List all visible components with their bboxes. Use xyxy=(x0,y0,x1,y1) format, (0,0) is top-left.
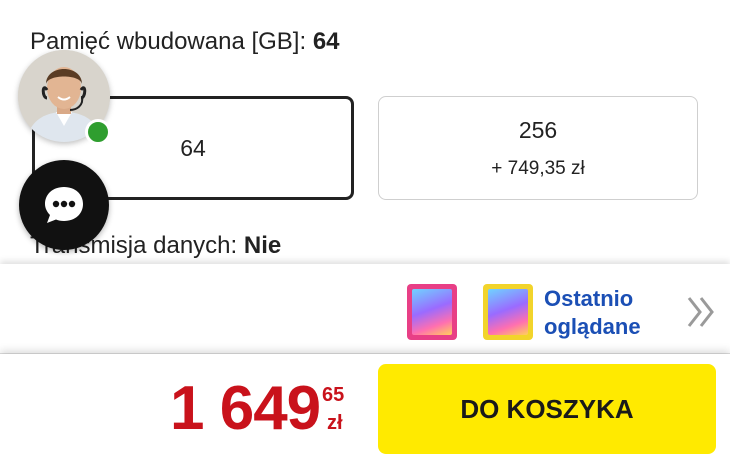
online-status-dot xyxy=(85,119,111,145)
memory-option-256-price-diff: + 749,35 zł xyxy=(491,157,585,179)
price-main: 1 649 xyxy=(170,374,321,443)
recently-viewed-line2: oglądane xyxy=(544,314,641,339)
price-cents: 65 xyxy=(322,384,345,406)
memory-option-64-label: 64 xyxy=(180,134,206,161)
recent-item-yellow-tablet[interactable] xyxy=(483,284,533,340)
memory-option-256[interactable]: 256 + 749,35 zł xyxy=(378,96,698,200)
price-currency: zł xyxy=(327,412,343,434)
recent-item-pink-tablet[interactable] xyxy=(407,284,457,340)
double-chevron-right-icon[interactable] xyxy=(686,294,718,335)
recently-viewed-line1: Ostatnio xyxy=(544,286,634,311)
add-to-cart-button[interactable]: DO KOSZYKA xyxy=(378,364,716,454)
memory-selected-value: 64 xyxy=(312,28,340,55)
memory-option-256-label: 256 xyxy=(518,116,558,143)
transmission-value: Nie xyxy=(243,232,282,259)
recently-viewed-link[interactable]: Ostatnio oglądane xyxy=(544,285,664,341)
chat-bubble-icon[interactable] xyxy=(19,160,109,250)
